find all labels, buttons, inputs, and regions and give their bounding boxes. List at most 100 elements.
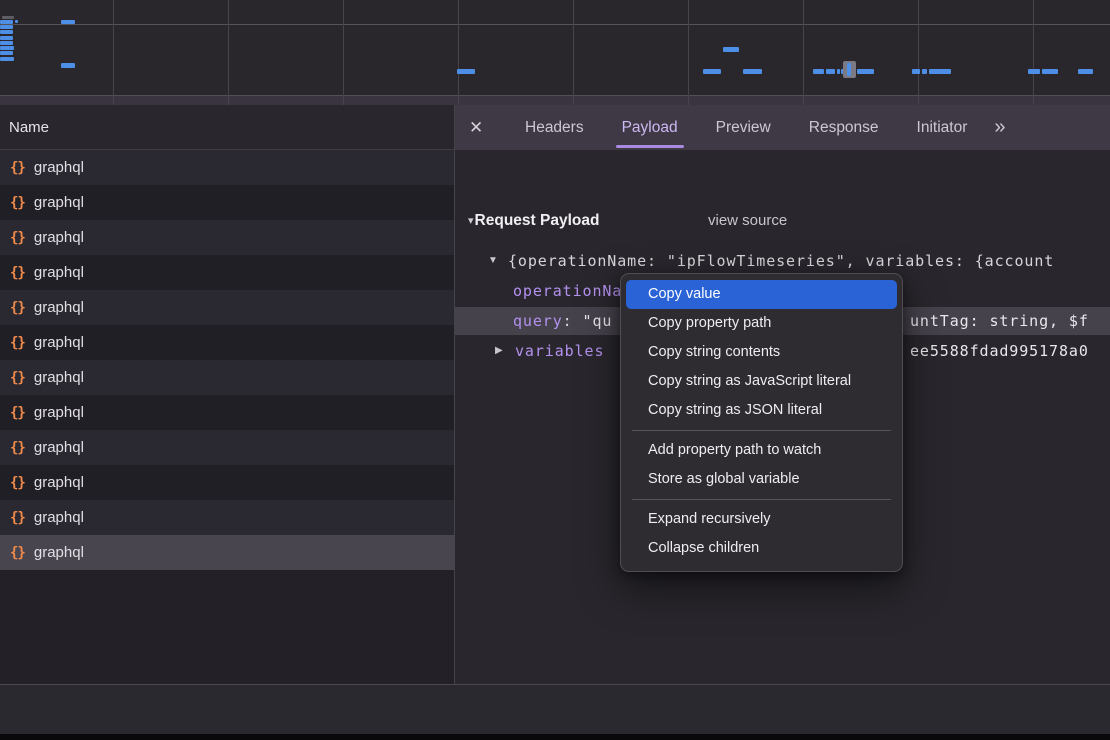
json-icon: {} [10, 230, 25, 246]
json-icon: {} [10, 195, 25, 211]
network-overview-timeline[interactable] [0, 0, 1110, 105]
window-bottom-edge [0, 734, 1110, 740]
network-request-row[interactable]: {} graphql [0, 255, 454, 290]
waterfall-bar [1028, 69, 1040, 74]
waterfall-bar [15, 20, 18, 23]
json-icon: {} [10, 265, 25, 281]
context-menu-item-copy-string-as-javascript-literal[interactable]: Copy string as JavaScript literal [621, 367, 902, 396]
waterfall-bar [1042, 69, 1058, 74]
network-request-row[interactable]: {} graphql [0, 220, 454, 255]
request-name: graphql [34, 194, 84, 211]
waterfall-bar [929, 69, 951, 74]
request-name: graphql [34, 264, 84, 281]
context-menu-item-copy-value[interactable]: Copy value [626, 280, 897, 309]
property-key: variables [515, 337, 604, 365]
waterfall-bar [61, 20, 75, 24]
waterfall-bar [813, 69, 824, 74]
close-icon[interactable]: ✕ [469, 118, 506, 138]
context-menu-item-store-as-global-variable[interactable]: Store as global variable [621, 465, 902, 494]
request-name: graphql [34, 369, 84, 386]
waterfall-bar [0, 57, 14, 61]
waterfall-bar [61, 63, 75, 68]
waterfall-bar [0, 30, 13, 34]
json-icon: {} [10, 475, 25, 491]
json-icon: {} [10, 440, 25, 456]
context-menu-item-expand-recursively[interactable]: Expand recursively [621, 505, 902, 534]
waterfall-bar [837, 69, 840, 74]
context-menu-item-add-property-path-to-watch[interactable]: Add property path to watch [621, 436, 902, 465]
tab-initiator[interactable]: Initiator [898, 105, 987, 150]
waterfall-bar-gray [2, 16, 14, 19]
overview-gridline [343, 0, 344, 105]
more-tabs-icon[interactable]: » [994, 116, 1005, 139]
context-menu-item-copy-string-contents[interactable]: Copy string contents [621, 338, 902, 367]
context-menu-separator [632, 499, 891, 500]
context-menu-item-copy-property-path[interactable]: Copy property path [621, 309, 902, 338]
network-request-row[interactable]: {} graphql [0, 185, 454, 220]
request-name: graphql [34, 439, 84, 456]
json-icon: {} [10, 370, 25, 386]
network-request-row[interactable]: {}graphql [0, 465, 454, 500]
devtools-network-panel: Name {} graphql {} graphql {} graphql {} graphq… [0, 0, 1110, 740]
waterfall-bar [0, 20, 13, 24]
waterfall-bar [912, 69, 920, 74]
waterfall-bar [0, 25, 13, 29]
network-request-row[interactable]: {} graphql [0, 500, 454, 535]
json-icon: {} [10, 160, 25, 176]
disclosure-triangle-icon[interactable]: ▾ [468, 214, 474, 227]
request-name: graphql [34, 334, 84, 351]
view-source-link[interactable]: view source [708, 207, 787, 234]
json-icon: {} [10, 545, 25, 561]
json-icon: {} [10, 335, 25, 351]
triangle-right-icon[interactable]: ▶ [495, 337, 503, 365]
network-request-row[interactable]: {}graphql [0, 290, 454, 325]
context-menu-separator [632, 430, 891, 431]
network-request-row[interactable]: {}graphql [0, 535, 454, 570]
overview-gridline [113, 0, 114, 105]
waterfall-bar [723, 47, 739, 52]
context-menu: Copy valueCopy property pathCopy string … [620, 273, 903, 572]
network-request-row[interactable]: {} graphql [0, 430, 454, 465]
request-name: graphql [34, 299, 84, 316]
overview-gridline [228, 0, 229, 105]
waterfall-bar [0, 46, 14, 50]
triangle-down-icon[interactable]: ▼ [488, 247, 498, 275]
request-payload-title: Request Payload [475, 212, 600, 230]
details-tabbar: ✕ HeadersPayloadPreviewResponseInitiator… [455, 105, 1110, 150]
waterfall-bar [0, 51, 13, 55]
request-payload-section-header[interactable]: ▾ Request Payload [455, 207, 599, 234]
waterfall-bar [0, 41, 13, 45]
request-name: graphql [34, 229, 84, 246]
waterfall-bar [703, 69, 721, 74]
waterfall-bar [0, 36, 13, 40]
tab-headers[interactable]: Headers [506, 105, 603, 150]
payload-root-row[interactable]: ▼ {operationName: "ipFlowTimeseries", va… [455, 247, 1110, 275]
tab-preview[interactable]: Preview [697, 105, 790, 150]
request-name: graphql [34, 509, 84, 526]
waterfall-bar [857, 69, 874, 74]
property-value-continuation: ee5588fdad995178a0 [910, 337, 1089, 365]
property-value-start: "qu [583, 312, 613, 330]
json-icon: {} [10, 510, 25, 526]
context-menu-item-collapse-children[interactable]: Collapse children [621, 534, 902, 563]
requests-table: Name {} graphql {} graphql {} graphql {} graphq… [0, 105, 454, 684]
name-column-header[interactable]: Name [0, 105, 454, 150]
request-name: graphql [34, 159, 84, 176]
network-request-row[interactable]: {}graphql [0, 395, 454, 430]
tab-response[interactable]: Response [790, 105, 898, 150]
waterfall-bar [922, 69, 927, 74]
colon: : [563, 312, 573, 330]
network-request-row[interactable]: {} graphql [0, 325, 454, 360]
overview-gridline [918, 0, 919, 105]
network-request-row[interactable]: {} graphql [0, 150, 454, 185]
tabs-container: HeadersPayloadPreviewResponseInitiator [506, 105, 986, 150]
selected-request-marker-bar [847, 63, 851, 76]
overview-gridline [1033, 0, 1034, 105]
overview-gridline [458, 0, 459, 105]
tab-payload[interactable]: Payload [603, 105, 697, 150]
network-request-row[interactable]: {} graphql [0, 360, 454, 395]
selected-request-marker [843, 61, 856, 78]
property-key: query [513, 312, 563, 330]
overview-row-divider [0, 24, 1110, 25]
context-menu-item-copy-string-as-json-literal[interactable]: Copy string as JSON literal [621, 396, 902, 425]
